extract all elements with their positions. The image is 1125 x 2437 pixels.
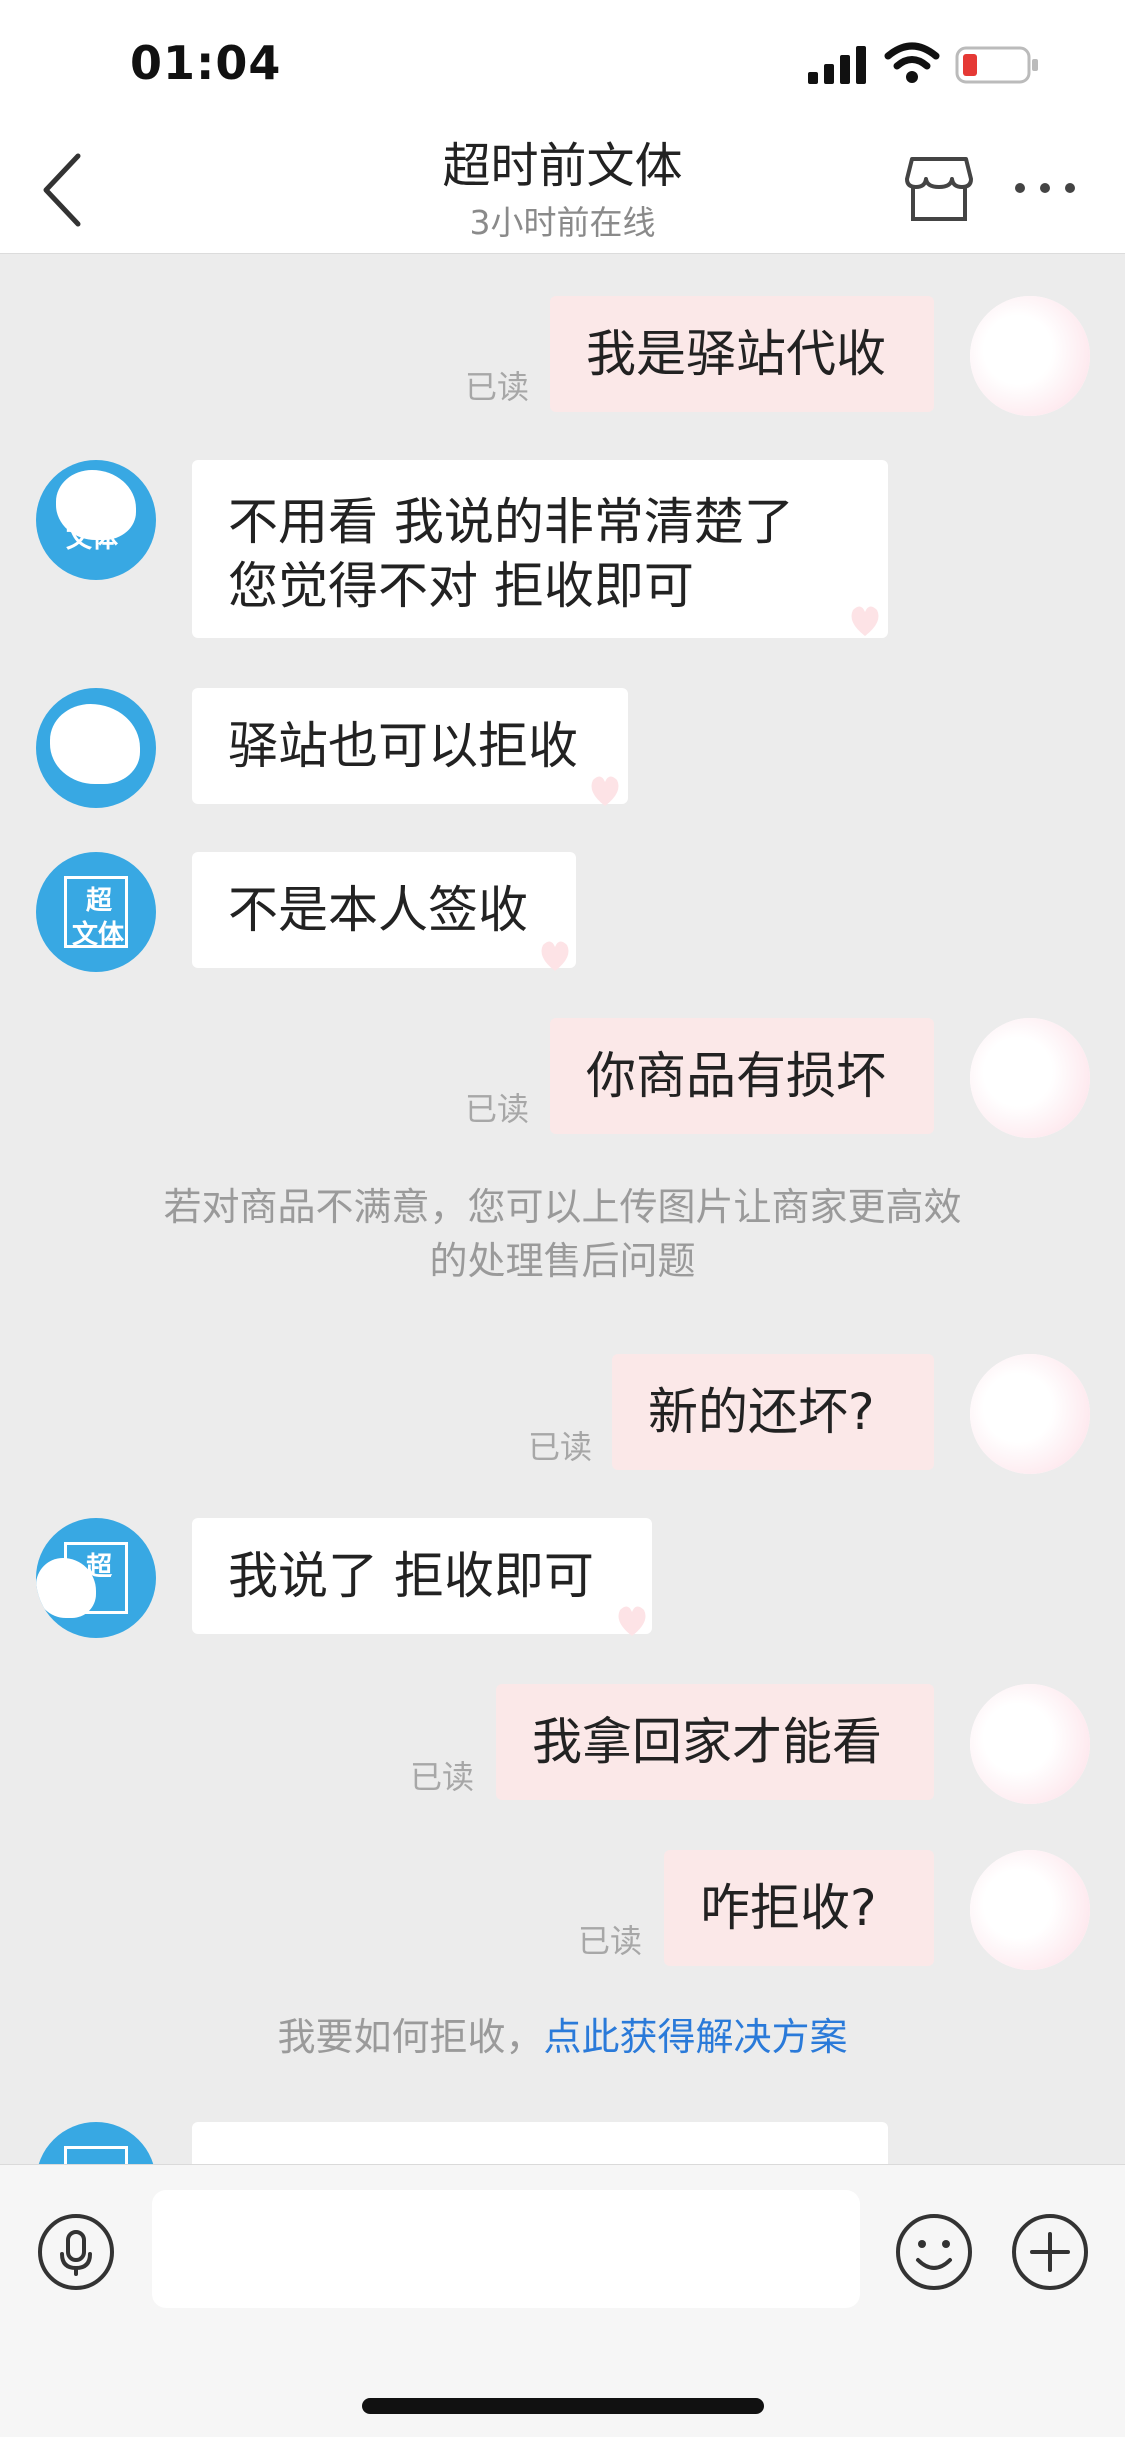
message-bubble-outgoing[interactable]: 咋拒收? (664, 1850, 934, 1966)
store-icon[interactable] (904, 155, 974, 223)
message-bubble-outgoing[interactable]: 我是驿站代收 (550, 296, 934, 412)
message-line: 不用看 我说的非常清楚了 (228, 493, 794, 551)
more-dots-icon[interactable] (1010, 168, 1080, 208)
message-bubble-outgoing[interactable]: 你商品有损坏 (550, 1018, 934, 1134)
get-solution-link[interactable]: 点此获得解决方案 (544, 2015, 848, 2059)
message-line: 您觉得不对 拒收即可 (228, 557, 694, 615)
shop-avatar[interactable]: 文体 (36, 460, 156, 580)
pin-badge-icon (851, 606, 879, 636)
battery-low-icon (955, 46, 1038, 84)
pin-badge-icon (591, 776, 619, 806)
shop-avatar[interactable]: 超 文体 (36, 852, 156, 972)
read-receipt: 已读 (410, 1758, 475, 1796)
chat-title: 超时前文体 (442, 138, 683, 194)
reject-help-notice: 我要如何拒收，点此获得解决方案 (277, 2015, 848, 2059)
read-receipt: 已读 (465, 368, 530, 406)
pin-badge-icon (618, 1606, 646, 1636)
user-avatar[interactable] (970, 1018, 1090, 1138)
home-indicator (362, 2398, 764, 2414)
message-input[interactable] (152, 2190, 860, 2308)
user-avatar[interactable] (970, 1850, 1090, 1970)
back-chevron-icon[interactable] (38, 150, 86, 230)
message-bubble-incoming[interactable]: 我说了 拒收即可 (192, 1518, 652, 1634)
message-bubble-incoming[interactable]: 驿站也可以拒收 (192, 688, 628, 804)
read-receipt: 已读 (578, 1922, 643, 1960)
message-bubble-incoming[interactable]: 不是本人签收 (192, 852, 576, 968)
user-avatar[interactable] (970, 1354, 1090, 1474)
status-time: 01:04 (130, 36, 282, 90)
cellular-signal-icon (808, 46, 866, 84)
message-bubble-incoming[interactable]: 不用看 我说的非常清楚了 您觉得不对 拒收即可 (192, 460, 888, 638)
upload-tip-notice: 若对商品不满意，您可以上传图片让商家更高效 的处理售后问题 (163, 1185, 962, 1283)
plus-icon[interactable] (1010, 2212, 1090, 2292)
message-bubble-outgoing[interactable]: 新的还坏? (612, 1354, 934, 1470)
mic-icon[interactable] (36, 2212, 116, 2292)
user-avatar[interactable] (970, 296, 1090, 416)
pin-badge-icon (541, 941, 569, 971)
shop-avatar[interactable]: 超 (36, 1518, 156, 1638)
read-receipt: 已读 (465, 1090, 530, 1128)
online-status: 3小时前在线 (469, 203, 656, 242)
read-receipt: 已读 (528, 1428, 593, 1466)
wifi-icon (884, 42, 940, 83)
message-bubble-outgoing[interactable]: 我拿回家才能看 (496, 1684, 934, 1800)
user-avatar[interactable] (970, 1684, 1090, 1804)
emoji-icon[interactable] (894, 2212, 974, 2292)
shop-avatar[interactable] (36, 688, 156, 808)
